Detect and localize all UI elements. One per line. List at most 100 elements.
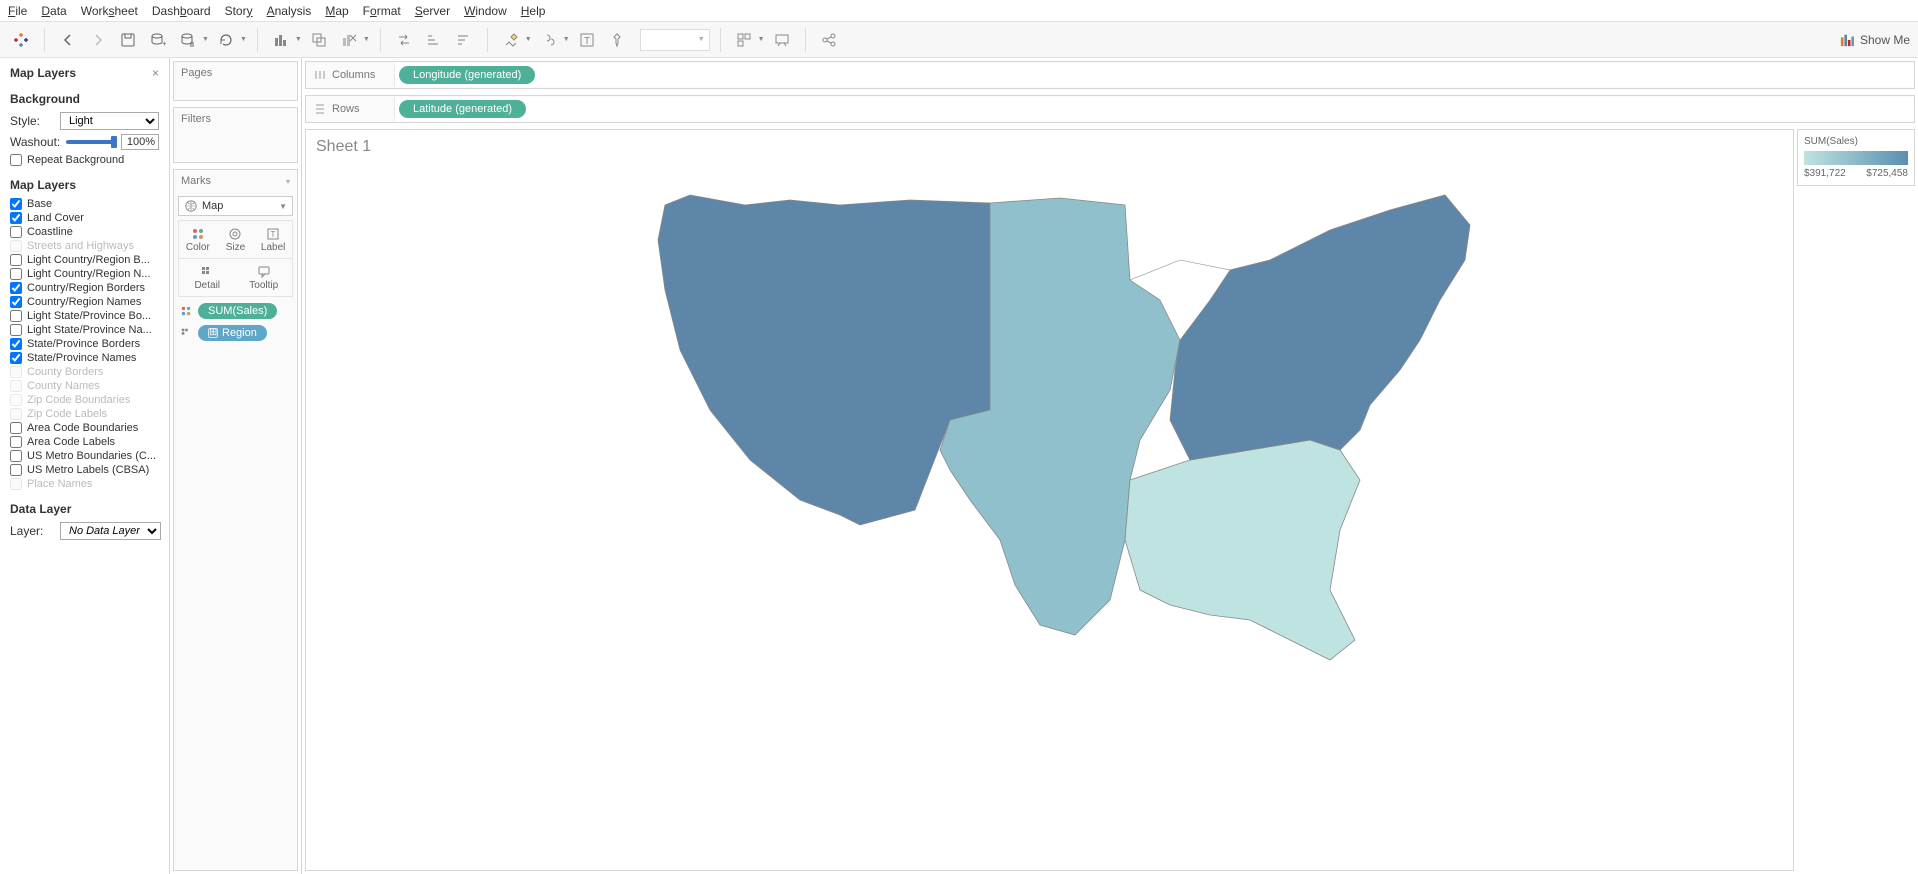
washout-slider[interactable] [66,140,115,144]
presentation-icon[interactable] [769,27,795,53]
layer-streets-and-highways: Streets and Highways [10,240,159,252]
layer-country-region-names[interactable]: Country/Region Names [10,296,159,308]
data-layer-select[interactable]: No Data Layer [60,522,161,540]
layer-us-metro-boundaries-c-[interactable]: US Metro Boundaries (C... [10,450,159,462]
detail-mark-icon [178,327,194,339]
marks-label: Marks [181,175,211,187]
close-icon[interactable]: × [152,66,159,80]
marks-menu-icon[interactable]: ▾ [286,177,290,186]
cards-column: Pages Filters Marks ▾ Map ▼ Color [170,58,302,874]
swap-icon[interactable] [391,27,417,53]
menu-analysis[interactable]: Analysis [267,4,312,18]
layer-light-country-region-n-[interactable]: Light Country/Region N... [10,268,159,280]
rows-label: Rows [332,103,360,115]
layer-state-province-borders[interactable]: State/Province Borders [10,338,159,350]
us-map-icon [570,170,1530,670]
layer-zip-code-labels: Zip Code Labels [10,408,159,420]
sort-asc-icon[interactable] [421,27,447,53]
region-west[interactable] [658,195,990,525]
sheet-title[interactable]: Sheet 1 [306,130,1793,160]
region-south[interactable] [1125,440,1360,660]
canvas-column: Columns Longitude (generated) Rows Latit… [302,58,1918,874]
style-select[interactable]: Light [60,112,159,130]
marks-size[interactable]: Size [217,221,255,258]
layer-light-country-region-b-[interactable]: Light Country/Region B... [10,254,159,266]
tableau-logo-icon[interactable] [8,27,34,53]
layer-land-cover[interactable]: Land Cover [10,212,159,224]
map-layers-heading: Map Layers [10,178,159,192]
mark-type-label: Map [202,200,223,212]
longitude-pill[interactable]: Longitude (generated) [399,66,535,84]
menu-server[interactable]: Server [415,4,450,18]
menu-dashboard[interactable]: Dashboard [152,4,211,18]
pause-updates-icon[interactable]: ▼ [175,27,209,53]
columns-shelf[interactable]: Columns Longitude (generated) [305,61,1915,89]
text-label-icon[interactable]: T [574,27,600,53]
columns-icon [314,69,326,81]
group-icon[interactable]: ▼ [536,27,570,53]
fit-icon[interactable]: ▼ [731,27,765,53]
marks-color[interactable]: Color [179,221,217,258]
map-canvas[interactable] [306,160,1793,870]
marks-label[interactable]: T Label [254,221,292,258]
layer-us-metro-labels-cbsa-[interactable]: US Metro Labels (CBSA) [10,464,159,476]
marks-tooltip[interactable]: Tooltip [236,259,293,296]
format-dropdown[interactable]: ▼ [640,29,710,51]
clear-sheet-icon[interactable]: ▼ [336,27,370,53]
layer-light-state-province-na-[interactable]: Light State/Province Na... [10,324,159,336]
sort-desc-icon[interactable] [451,27,477,53]
menu-format[interactable]: Format [363,4,401,18]
legend-min: $391,722 [1804,168,1846,179]
layer-county-borders: County Borders [10,366,159,378]
latitude-pill[interactable]: Latitude (generated) [399,100,526,118]
layer-zip-code-boundaries: Zip Code Boundaries [10,394,159,406]
new-datasource-icon[interactable]: + [145,27,171,53]
layer-area-code-labels[interactable]: Area Code Labels [10,436,159,448]
menu-data[interactable]: Data [41,4,66,18]
map-layers-panel: Map Layers × Background Style: Light Was… [0,58,170,874]
menu-story[interactable]: Story [225,4,253,18]
menu-worksheet[interactable]: Worksheet [81,4,138,18]
data-layer-label: Layer: [10,524,54,538]
washout-value[interactable]: 100% [121,134,159,150]
new-worksheet-icon[interactable]: ▼ [268,27,302,53]
legend-panel[interactable]: SUM(Sales) $391,722 $725,458 [1797,129,1915,186]
layer-base[interactable]: Base [10,198,159,210]
columns-label: Columns [332,69,375,81]
svg-text:T: T [584,36,590,47]
menu-window[interactable]: Window [464,4,507,18]
back-icon[interactable] [55,27,81,53]
layer-area-code-boundaries[interactable]: Area Code Boundaries [10,422,159,434]
share-icon[interactable] [816,27,842,53]
sum-sales-pill[interactable]: SUM(Sales) [198,303,277,319]
menu-help[interactable]: Help [521,4,546,18]
duplicate-icon[interactable] [306,27,332,53]
region-pill[interactable]: ⊞Region [198,325,267,341]
layer-county-names: County Names [10,380,159,392]
forward-icon[interactable] [85,27,111,53]
marks-card: Marks ▾ Map ▼ Color Size [173,169,298,871]
save-icon[interactable] [115,27,141,53]
refresh-icon[interactable]: ▼ [213,27,247,53]
repeat-background-checkbox[interactable]: Repeat Background [10,154,159,166]
menu-file[interactable]: File [8,4,27,18]
layer-country-region-borders[interactable]: Country/Region Borders [10,282,159,294]
filters-card[interactable]: Filters [173,107,298,163]
layer-state-province-names[interactable]: State/Province Names [10,352,159,364]
svg-text:+: + [162,39,166,48]
highlight-icon[interactable]: ▼ [498,27,532,53]
layer-light-state-province-bo-[interactable]: Light State/Province Bo... [10,310,159,322]
pages-card[interactable]: Pages [173,61,298,101]
menu-map[interactable]: Map [325,4,348,18]
map-type-icon [184,199,198,213]
mark-type-select[interactable]: Map ▼ [178,196,293,216]
map-layers-title: Map Layers [10,66,76,80]
legend-title: SUM(Sales) [1804,136,1908,147]
show-me-button[interactable]: Show Me [1840,33,1910,47]
layer-coastline[interactable]: Coastline [10,226,159,238]
marks-detail[interactable]: Detail [179,259,236,296]
rows-shelf[interactable]: Rows Latitude (generated) [305,95,1915,123]
viz-area: Sheet 1 [305,129,1794,871]
pin-icon[interactable] [604,27,630,53]
region-east[interactable] [1170,195,1470,460]
